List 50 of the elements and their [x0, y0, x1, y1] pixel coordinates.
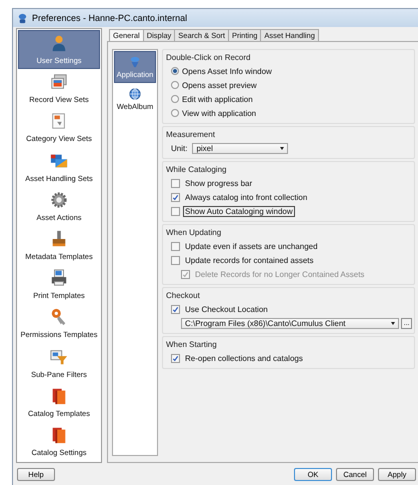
radio-button[interactable]: [171, 67, 179, 75]
group-title: While Cataloging: [166, 164, 228, 176]
checkbox[interactable]: [171, 242, 180, 250]
radio-option[interactable]: View with application: [166, 106, 412, 120]
checkbox-label: Delete Records for no Longer Contained Assets: [194, 268, 366, 280]
checkbox-label: Update even if assets are unchanged: [184, 240, 319, 252]
radio-button[interactable]: [171, 109, 179, 117]
checkbox-label: Always catalog into front collection: [184, 192, 308, 202]
key-icon: [50, 308, 68, 326]
folder-icon: [50, 426, 68, 444]
group-title: When Updating: [166, 227, 222, 239]
option-label: Edit with application: [182, 94, 253, 104]
globe-icon: [129, 88, 141, 100]
checkbox-label: Show Auto Cataloging window: [183, 206, 295, 216]
option-label: View with application: [182, 108, 256, 118]
option-label: Opens Asset Info window: [182, 66, 272, 76]
checkbox[interactable]: [171, 354, 180, 362]
checkbox[interactable]: [171, 178, 180, 188]
checkbox[interactable]: [171, 256, 180, 264]
gear-icon: [50, 190, 68, 209]
picture-stack-icon: [50, 73, 68, 92]
unit-dropdown[interactable]: pixel: [192, 142, 288, 154]
group-title: Measurement: [166, 129, 216, 141]
group-title: Double-Click on Record: [166, 52, 252, 64]
printer-icon: [50, 269, 68, 288]
folder-icon: [50, 386, 68, 405]
document-icon: [50, 112, 68, 130]
radio-button[interactable]: [171, 95, 179, 103]
checkbox-label: Show progress bar: [184, 178, 254, 188]
checkbox-label: Update records for contained assets: [184, 254, 315, 266]
checkbox-label: Re-open collections and catalogs: [184, 352, 304, 364]
radio-button[interactable]: [171, 81, 179, 89]
path-dropdown[interactable]: C:\Program Files (x86)\Canto\Cumulus Client: [181, 318, 400, 328]
radio-option[interactable]: Opens asset preview: [166, 78, 412, 92]
field-label: Unit:: [171, 144, 188, 152]
group-title: When Starting: [166, 339, 218, 351]
person-icon: [50, 34, 68, 52]
checkbox[interactable]: [171, 192, 180, 202]
checkbox-label: Use Checkout Location: [184, 304, 269, 314]
option-label: Opens asset preview: [182, 80, 257, 90]
radio-option[interactable]: Edit with application: [166, 92, 412, 106]
checkbox[interactable]: [171, 304, 180, 314]
funnel-icon: [50, 348, 68, 366]
radio-option[interactable]: Opens Asset Info window: [166, 64, 412, 78]
window-title: Preferences - Hanne-PC.canto.internal: [32, 13, 188, 23]
picture-icon: [50, 152, 68, 170]
group-title: Checkout: [166, 290, 201, 302]
checkbox[interactable]: [171, 206, 180, 216]
stamp-icon: [50, 230, 68, 248]
app-icon: [17, 12, 28, 24]
